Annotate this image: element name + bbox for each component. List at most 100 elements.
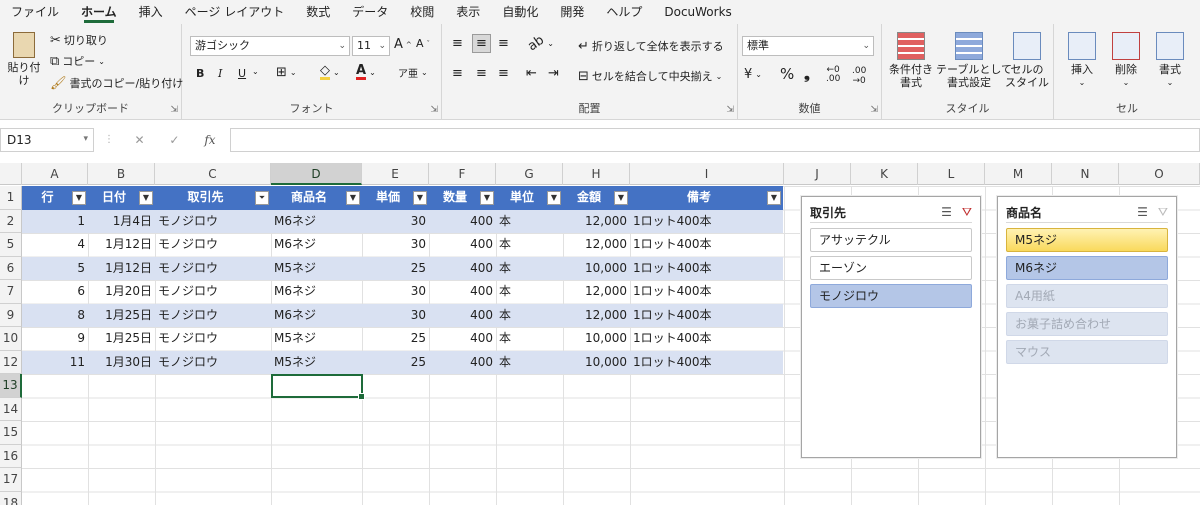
row-header[interactable]: 16	[0, 444, 22, 468]
number-launcher-icon[interactable]: ⇲	[870, 105, 878, 115]
cell-product[interactable]: M5ネジ	[271, 257, 362, 281]
clear-filter-icon[interactable]: ⛛	[962, 205, 972, 220]
header-cell-notes[interactable]: 備考 ▼	[630, 186, 783, 210]
row-header[interactable]: 12	[0, 350, 22, 374]
cell-notes[interactable]: 1ロット400本	[630, 304, 783, 328]
alignment-launcher-icon[interactable]: ⇲	[726, 105, 734, 115]
menu-home[interactable]: ホーム	[70, 0, 128, 24]
cell-client[interactable]: モノジロウ	[155, 280, 271, 304]
column-header-o[interactable]: O	[1119, 163, 1200, 185]
row-header[interactable]: 18	[0, 491, 22, 505]
clipboard-launcher-icon[interactable]: ⇲	[170, 105, 178, 115]
cell-unit[interactable]: 本	[496, 304, 563, 328]
align-right-button[interactable]: ≡	[498, 66, 509, 81]
cell-unit-price[interactable]: 30	[362, 304, 429, 328]
cell-date[interactable]: 1月4日	[88, 210, 155, 234]
cut-button[interactable]: ✂ 切り取り	[50, 32, 108, 48]
filter-dropdown-icon[interactable]: ▼	[72, 191, 86, 205]
number-format-combo[interactable]: 標準 ⌄	[742, 36, 874, 56]
cell-amount[interactable]: 10,000	[563, 257, 630, 281]
cell-product[interactable]: M5ネジ	[271, 351, 362, 375]
percent-button[interactable]: %	[780, 65, 794, 83]
fill-color-button[interactable]: ◇ ⌄	[320, 64, 340, 80]
cell-row-no[interactable]: 6	[22, 280, 88, 304]
filter-dropdown-icon[interactable]: ▼	[480, 191, 494, 205]
cell-unit-price[interactable]: 25	[362, 257, 429, 281]
align-left-button[interactable]: ≡	[452, 66, 463, 81]
phonetic-button[interactable]: ア亜 ⌄	[398, 65, 428, 80]
copy-button[interactable]: ⧉ コピー ⌄	[50, 53, 105, 69]
border-button[interactable]: ⊞ ⌄	[276, 65, 297, 80]
column-header-n[interactable]: N	[1052, 163, 1119, 185]
multi-select-icon[interactable]: ☰	[941, 205, 952, 220]
filter-dropdown-icon[interactable]: ▼	[547, 191, 561, 205]
row-header[interactable]: 13	[0, 374, 22, 398]
cell-unit[interactable]: 本	[496, 351, 563, 375]
row-header[interactable]: 5	[0, 233, 22, 257]
slicer-product[interactable]: 商品名 ☰ ⛛ M5ネジ M6ネジ A4用紙 お菓子詰め合わせ マウス	[997, 196, 1177, 458]
cell-unit-price[interactable]: 30	[362, 210, 429, 234]
cell-unit[interactable]: 本	[496, 327, 563, 351]
multi-select-icon[interactable]: ☰	[1137, 205, 1148, 220]
cell-row-no[interactable]: 5	[22, 257, 88, 281]
increase-decimal-button[interactable]: ←0.00	[826, 66, 840, 84]
column-header-l[interactable]: L	[918, 163, 985, 185]
column-header-h[interactable]: H	[563, 163, 630, 185]
cell-row-no[interactable]: 11	[22, 351, 88, 375]
menu-data[interactable]: データ	[341, 0, 399, 24]
row-header[interactable]: 1	[0, 186, 22, 210]
cell-date[interactable]: 1月12日	[88, 233, 155, 257]
insert-cells-button[interactable]: 挿入 ⌄	[1062, 32, 1102, 89]
align-center-button[interactable]: ≡	[476, 66, 487, 81]
cell-amount[interactable]: 12,000	[563, 304, 630, 328]
slicer-item[interactable]: マウス	[1006, 340, 1168, 364]
cell-amount[interactable]: 10,000	[563, 351, 630, 375]
format-as-table-button[interactable]: テーブルとして 書式設定	[936, 32, 1012, 89]
cell-date[interactable]: 1月20日	[88, 280, 155, 304]
menu-developer[interactable]: 開発	[549, 0, 595, 24]
filter-dropdown-icon[interactable]: ▼	[614, 191, 628, 205]
italic-button[interactable]: I	[218, 67, 222, 80]
insert-function-icon[interactable]: fx	[204, 133, 215, 147]
cell-amount[interactable]: 10,000	[563, 327, 630, 351]
font-launcher-icon[interactable]: ⇲	[430, 105, 438, 115]
header-cell-row[interactable]: 行 ▼	[22, 186, 88, 210]
menu-automate[interactable]: 自動化	[491, 0, 549, 24]
cell-quantity[interactable]: 400	[429, 304, 496, 328]
slicer-item[interactable]: A4用紙	[1006, 284, 1168, 308]
row-header[interactable]: 2	[0, 209, 22, 233]
cell-notes[interactable]: 1ロット400本	[630, 257, 783, 281]
increase-indent-button[interactable]: ⇥	[548, 66, 559, 81]
cell-notes[interactable]: 1ロット400本	[630, 280, 783, 304]
accounting-format-button[interactable]: ¥ ⌄	[744, 67, 762, 82]
cell-unit[interactable]: 本	[496, 210, 563, 234]
orientation-button[interactable]: ab ⌄	[525, 33, 554, 55]
row-header[interactable]: 15	[0, 421, 22, 445]
cell-quantity[interactable]: 400	[429, 233, 496, 257]
menu-view[interactable]: 表示	[445, 0, 491, 24]
decrease-decimal-button[interactable]: .00 →0	[852, 66, 866, 86]
font-color-button[interactable]: A ⌄	[356, 64, 376, 80]
slicer-item[interactable]: M5ネジ	[1006, 228, 1168, 252]
cell-row-no[interactable]: 9	[22, 327, 88, 351]
column-header-g[interactable]: G	[496, 163, 563, 185]
cell-client[interactable]: モノジロウ	[155, 257, 271, 281]
name-box[interactable]: D13 ▾	[0, 128, 94, 152]
row-header[interactable]: 7	[0, 280, 22, 304]
header-cell-date[interactable]: 日付 ▼	[88, 186, 155, 210]
bold-button[interactable]: B	[196, 67, 204, 80]
slicer-item[interactable]: M6ネジ	[1006, 256, 1168, 280]
column-header-f[interactable]: F	[429, 163, 496, 185]
header-cell-product[interactable]: 商品名 ▼	[271, 186, 362, 210]
cell-client[interactable]: モノジロウ	[155, 233, 271, 257]
format-cells-button[interactable]: 書式 ⌄	[1150, 32, 1190, 89]
cell-amount[interactable]: 12,000	[563, 233, 630, 257]
decrease-indent-button[interactable]: ⇤	[526, 66, 537, 81]
column-header-m[interactable]: M	[985, 163, 1052, 185]
cell-date[interactable]: 1月25日	[88, 327, 155, 351]
paste-button[interactable]: 貼り付け	[4, 32, 44, 87]
cell-row-no[interactable]: 4	[22, 233, 88, 257]
column-header-d[interactable]: D	[271, 163, 362, 185]
cell-product[interactable]: M5ネジ	[271, 327, 362, 351]
shrink-font-button[interactable]: Aˇ	[416, 37, 430, 50]
